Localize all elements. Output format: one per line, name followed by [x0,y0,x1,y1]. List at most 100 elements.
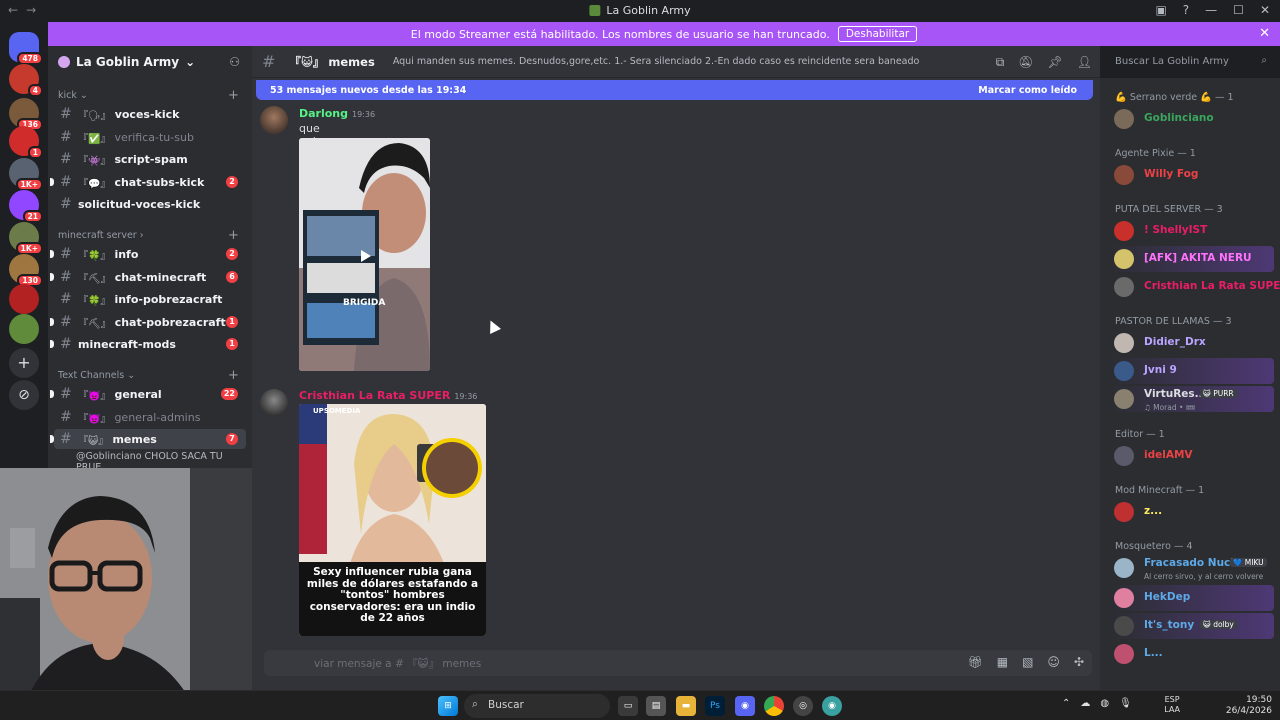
channel-category[interactable]: minecraft server › + [58,228,239,243]
member-item[interactable]: Didier_Drx [1108,330,1274,356]
discord-icon[interactable]: ◉ [735,696,755,716]
channel-minecraft-mods[interactable]: # minecraft-mods 1 [50,334,246,354]
server-icon[interactable]: 21 [9,190,43,223]
clock[interactable]: 19:50 26/4/2026 [1226,695,1272,717]
start-icon[interactable]: ⊞ [438,696,458,716]
app-icon[interactable]: ◎ [793,696,813,716]
message-author[interactable]: Cristhian La Rata SUPER 19:36 [299,389,477,402]
explore-servers-icon[interactable]: ⊘ [9,380,39,410]
back-icon[interactable]: ← [8,3,26,17]
channel-general[interactable]: # 『👿』 general 22 [50,384,246,404]
create-channel-icon[interactable]: + [228,368,239,383]
close-icon[interactable]: ✕ [1260,3,1270,17]
member-item[interactable]: Goblinciano [1108,106,1274,132]
avatar[interactable] [260,106,288,134]
server-name: La Goblin Army [76,55,180,69]
member-item[interactable]: idelAMV [1108,443,1274,469]
apps-icon[interactable]: ✣ [1074,655,1084,669]
minimize-icon[interactable]: — [1205,3,1217,17]
member-item[interactable]: HekDep [1108,585,1274,611]
emoji-icon[interactable]: ☺ [1047,655,1060,669]
member-item[interactable]: L... [1108,641,1274,667]
channel-chat-minecraft[interactable]: # 『⛏』 chat-minecraft 6 [50,267,246,287]
author-name[interactable]: Darlong [299,107,348,120]
disable-streamer-button[interactable]: Deshabilitar [837,26,918,42]
server-icon[interactable]: 4 [9,64,43,97]
banner-close-icon[interactable]: ✕ [1259,26,1270,41]
threads-icon[interactable]: ⧉ [996,55,1005,70]
task-view-icon[interactable]: ▭ [618,696,638,716]
channel-topic[interactable]: Aqui manden sus memes. Desnudos,gore,etc… [393,56,920,67]
member-status: Al cerro sirvo, y al cerro volvere [1144,572,1264,581]
message-author[interactable]: Darlong 19:36 [299,107,375,120]
server-icon[interactable]: 1 [9,126,43,159]
channel-chat-pobrezacraft[interactable]: # 『⛏』 chat-pobrezacraft 1 [50,312,246,332]
create-channel-icon[interactable]: + [228,88,239,103]
channel-verifica-tu-sub[interactable]: # 『✅』 verifica-tu-sub [54,127,246,147]
gift-icon[interactable]: 🎁︎ [968,655,983,669]
help-icon[interactable]: ? [1183,3,1189,17]
member-item[interactable]: z... [1108,499,1274,525]
channel-solicitud-voces-kick[interactable]: # solicitud-voces-kick [54,194,246,214]
mute-icon[interactable]: 🔕︎ [1018,55,1033,70]
mention-badge: 21 [22,210,43,223]
taskbar-search[interactable]: ⌕ Buscar [464,694,610,718]
inbox-icon[interactable]: ▣ [1155,3,1166,17]
channel-chat-subs-kick[interactable]: # 『💬』 chat-subs-kick 2 [50,172,246,192]
channel-category[interactable]: Text Channels ⌄ + [58,368,239,383]
author-name[interactable]: Cristhian La Rata SUPER [299,389,450,402]
onedrive-icon[interactable]: ☁ [1080,698,1090,709]
chrome-icon[interactable] [764,696,784,716]
maximize-icon[interactable]: ☐ [1233,3,1244,17]
member-item[interactable]: Jvni 9 [1108,358,1274,384]
channel-memes[interactable]: # 『😺』 memes 7 [50,429,246,449]
avatar[interactable] [260,389,288,417]
pin-icon[interactable]: 📌︎ [1048,55,1063,70]
app-icon[interactable]: ▤ [646,696,666,716]
gif-icon[interactable]: ▦ [997,655,1008,669]
member-item[interactable]: ! ShellyIST [1108,218,1274,244]
tray-app-icon[interactable]: ◍ [1100,698,1109,709]
server-icon[interactable] [9,314,39,344]
channel-script-spam[interactable]: # 『👾』 script-spam [54,149,246,169]
meme-image[interactable]: BRIGIDA [299,138,430,371]
message-input[interactable]: viar mensaje a # 『😺』 memes 🎁︎ ▦ ▧ ☺ ✣ [264,650,1092,676]
meme-image[interactable]: UPSOMEDIA Sexy influencer rubia gana mil… [299,404,486,636]
channel-general-admins[interactable]: # 『👿』 general-admins [54,407,246,427]
header-icons: ⧉ 🔕︎ 📌︎ 👤︎ [996,55,1092,70]
discord-home-icon[interactable]: 478 [9,32,43,65]
new-messages-bar[interactable]: 53 mensajes nuevos desde las 19:34 Marca… [256,80,1093,100]
add-server-icon[interactable]: + [9,348,39,378]
server-icon[interactable]: 1K+ [9,158,43,191]
member-item[interactable]: Fracasado Nuclear Al cerro sirvo, y al ce… [1108,555,1274,581]
server-header[interactable]: La Goblin Army ⌄ ⚇ [48,46,252,78]
sticker-icon[interactable]: ▧ [1022,655,1033,669]
create-channel-icon[interactable]: + [228,228,239,243]
chevron-up-icon[interactable]: ⌃ [1062,698,1070,709]
server-icon[interactable]: 136 [9,98,43,131]
search-input[interactable]: Buscar La Goblin Army ⌕ [1109,52,1273,72]
server-icon[interactable] [9,284,39,314]
server-icon[interactable]: 130 [9,254,43,287]
language-indicator[interactable]: ESP LAA [1164,695,1180,715]
invite-icon[interactable]: ⚇ [229,55,240,69]
channel-info[interactable]: # 『🍀』 info 2 [50,244,246,264]
forward-icon[interactable]: → [26,3,44,17]
member-item[interactable]: It's_tony 😺 dolby [1108,613,1274,639]
member-item[interactable]: VirtuRes... ♫ Morad • 🎟 😺 PURR [1108,386,1274,412]
channel-title: 『😺』 memes [289,54,375,69]
photoshop-icon[interactable]: Ps [705,696,725,716]
microphone-icon[interactable]: 🎙︎ [1119,698,1132,709]
app-icon[interactable]: ◉ [822,696,842,716]
mark-as-read-button[interactable]: Marcar como leído [978,85,1077,96]
member-item[interactable]: [AFK] AKITA NERU [1108,246,1274,272]
member-item[interactable]: Willy Fog [1108,162,1274,188]
channel-info-pobrezacraft[interactable]: # 『🍀』 info-pobrezacraft [54,289,246,309]
server-icon[interactable]: 1K+ [9,222,43,255]
file-explorer-icon[interactable]: ▬ [676,696,696,716]
channel-voces-kick[interactable]: # 『🗣』 voces-kick [54,104,246,124]
members-icon[interactable]: 👤︎ [1077,55,1092,70]
channel-category[interactable]: kick ⌄ + [58,88,239,103]
member-item[interactable]: Cristhian La Rata SUPER [1108,274,1280,300]
nav-arrows: ←→ [8,3,44,17]
